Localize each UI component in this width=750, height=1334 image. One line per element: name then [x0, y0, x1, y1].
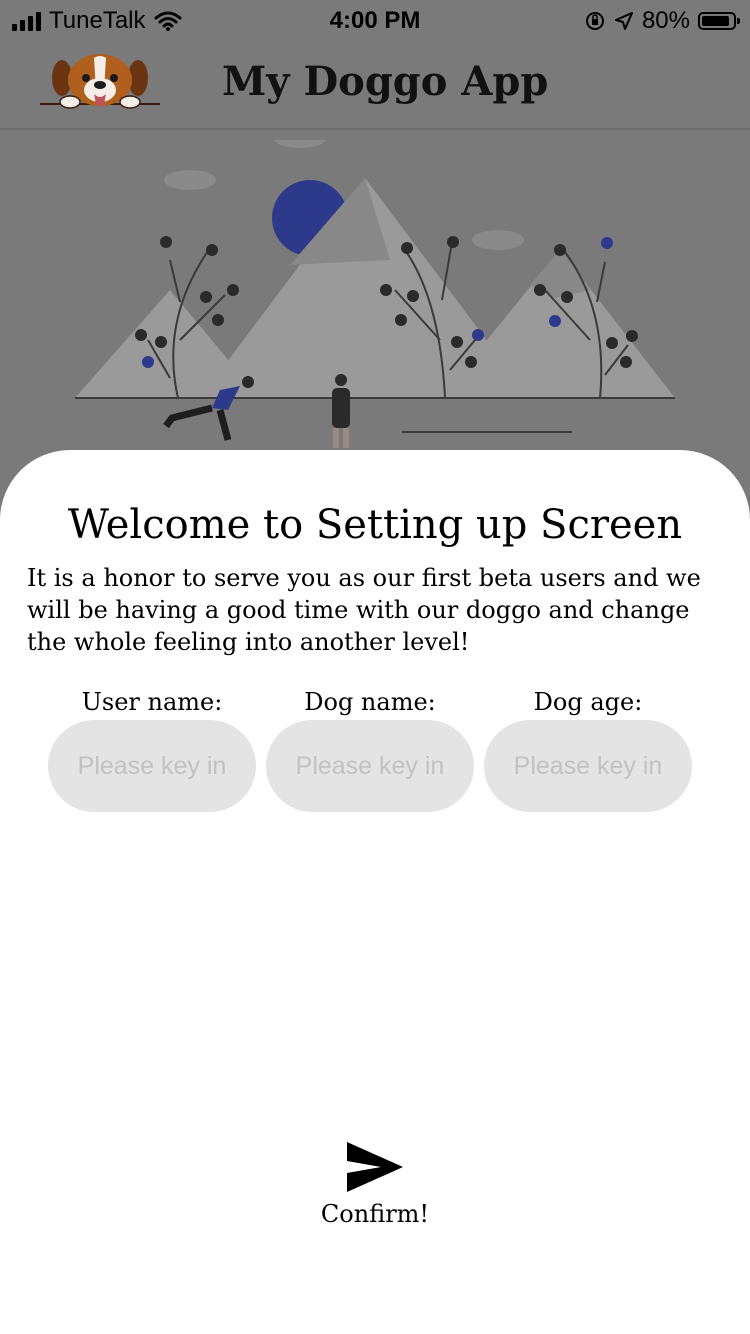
welcome-heading: Welcome to Setting up Screen: [67, 502, 683, 548]
dog-name-field: Dog name:: [266, 688, 474, 812]
confirm-button[interactable]: Confirm!: [300, 1140, 450, 1228]
confirm-label: Confirm!: [320, 1200, 430, 1228]
intro-text: It is a honor to serve you as our first …: [27, 564, 701, 656]
status-bar: TuneTalk 4:00 PM 80%: [0, 0, 750, 40]
dog-name-input[interactable]: [266, 720, 474, 812]
send-arrow-icon: [347, 1142, 403, 1192]
battery-percent: 80%: [641, 7, 690, 34]
user-name-label: User name:: [81, 688, 223, 716]
app-title: My Doggo App: [222, 58, 549, 105]
battery-icon: [698, 12, 740, 30]
orientation-lock-icon: [585, 12, 604, 30]
status-right: 80%: [584, 7, 740, 35]
app-header: My Doggo App: [0, 40, 750, 130]
user-name-field: User name:: [48, 688, 256, 812]
location-arrow-icon: [614, 12, 633, 30]
people-walking-mountains-illustration: [75, 140, 675, 448]
setup-sheet: Welcome to Setting up Screen It is a hon…: [0, 450, 750, 1334]
dog-age-label: Dog age:: [533, 688, 643, 716]
dog-name-label: Dog name:: [304, 688, 436, 716]
dog-age-input[interactable]: [484, 720, 692, 812]
beagle-dog-logo-icon: [40, 54, 160, 109]
user-name-input[interactable]: [48, 720, 256, 812]
dog-age-field: Dog age:: [484, 688, 692, 812]
